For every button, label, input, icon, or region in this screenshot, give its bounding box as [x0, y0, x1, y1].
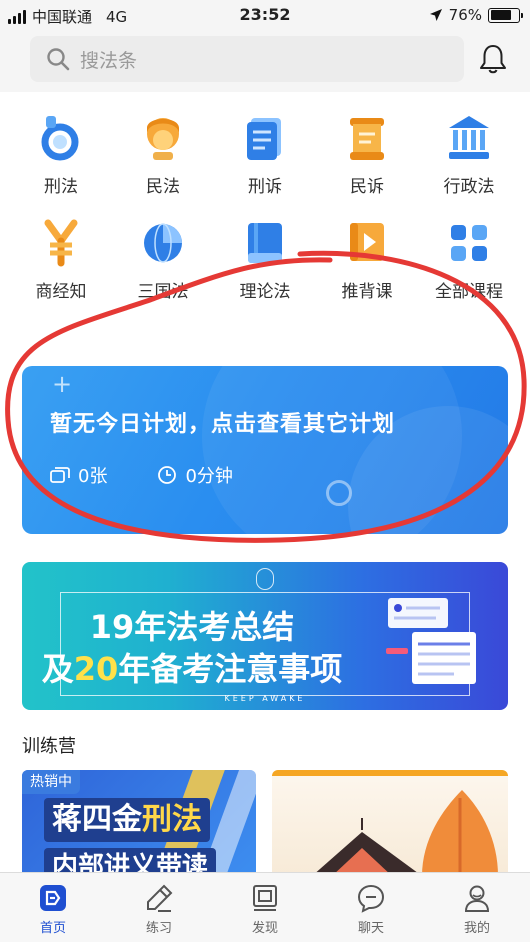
status-right: 76%: [429, 6, 523, 24]
category-international-law[interactable]: 三国法: [112, 215, 214, 302]
section-title-training: 训练营: [22, 736, 76, 757]
banner-line2: 及20年备考注意事项: [22, 644, 362, 690]
book-icon: [237, 215, 293, 271]
category-label: 商经知: [35, 282, 87, 302]
banner-line2-year: 20: [73, 650, 119, 688]
plan-minutes: 0分钟: [157, 462, 233, 488]
status-bar: 中国联通 4G 23:52 76%: [0, 0, 530, 30]
course-title-subject: 刑法: [142, 802, 202, 837]
category-label: 刑法: [44, 177, 78, 197]
category-civil-law[interactable]: 民法: [112, 110, 214, 197]
documents-illustration-icon: [386, 598, 476, 684]
category-commercial-economic-law[interactable]: 商经知: [10, 215, 112, 302]
category-label: 推背课: [341, 282, 393, 302]
course-card-2[interactable]: [272, 770, 508, 876]
category-recitation-course[interactable]: 推背课: [316, 215, 418, 302]
hot-sale-badge: 热销中: [22, 770, 80, 794]
cards-icon: [50, 467, 70, 483]
banner-line1-year: 19: [89, 608, 135, 646]
courthouse-icon: [441, 110, 497, 166]
tab-label: 首页: [39, 921, 66, 936]
plan-meta: 0张 0分钟: [50, 462, 233, 488]
category-label: 行政法: [443, 177, 495, 197]
category-administrative-law[interactable]: 行政法: [418, 110, 520, 197]
promo-banner[interactable]: 19年法考总结 及20年备考注意事项 KEEP AWAKE: [22, 562, 508, 710]
today-plan-card[interactable]: + 暂无今日计划，点击查看其它计划 0张 0分钟: [22, 366, 508, 534]
category-grid: 刑法 民法 刑诉 民诉 行政法 商经知 三国法 理论法 推背课 全部课程: [10, 110, 520, 302]
battery-fill: [490, 10, 512, 20]
battery-icon: [488, 7, 523, 23]
category-label: 全部课程: [435, 282, 503, 302]
location-arrow-icon: [429, 9, 442, 21]
banner-subtitle: KEEP AWAKE: [224, 694, 306, 703]
tab-label: 练习: [145, 921, 172, 936]
tab-discover[interactable]: 发现: [212, 873, 318, 942]
banner-line1: 19年法考总结: [22, 602, 362, 648]
plan-minutes-value: 0分钟: [185, 466, 233, 487]
pencil-icon: [142, 881, 176, 915]
tab-label: 发现: [251, 921, 278, 936]
banner-line2-text: 年备考注意事项: [118, 650, 343, 688]
tab-home[interactable]: 首页: [0, 873, 106, 942]
grid-icon: [441, 215, 497, 271]
bell-icon[interactable]: [476, 42, 510, 76]
category-label: 三国法: [137, 282, 189, 302]
handcuff-icon: [33, 110, 89, 166]
document-icon: [237, 110, 293, 166]
category-label: 民法: [146, 177, 180, 197]
bottom-tab-bar: 首页 练习 发现 聊天 我的: [0, 872, 530, 942]
tab-label: 我的: [463, 921, 490, 936]
plus-icon: +: [52, 370, 73, 398]
course-title-name: 蒋四金: [52, 802, 142, 837]
course-card-criminal-law[interactable]: 热销中 蒋四金刑法 内部讲义带读: [22, 770, 256, 876]
course-title: 蒋四金刑法: [44, 798, 210, 842]
plan-ring-decoration: [326, 480, 352, 506]
tab-profile[interactable]: 我的: [424, 873, 530, 942]
play-icon: [339, 215, 395, 271]
search-input[interactable]: 搜法条: [30, 36, 464, 82]
battery-percent: 76%: [448, 6, 482, 24]
header: 搜法条: [0, 30, 530, 92]
tab-practice[interactable]: 练习: [106, 873, 212, 942]
profile-icon: [460, 881, 494, 915]
plan-title: 暂无今日计划，点击查看其它计划: [50, 412, 396, 437]
category-label: 刑诉: [248, 177, 282, 197]
category-label: 理论法: [239, 282, 291, 302]
home-icon: [36, 881, 70, 915]
category-all-courses[interactable]: 全部课程: [418, 215, 520, 302]
emblem-icon: [256, 568, 274, 590]
banner-line1-text: 年法考总结: [134, 608, 295, 646]
banner-line2-prefix: 及: [41, 650, 74, 688]
globe-icon: [135, 215, 191, 271]
scroll-icon: [339, 110, 395, 166]
chat-icon: [354, 881, 388, 915]
yen-icon: [33, 215, 89, 271]
search-placeholder: 搜法条: [80, 49, 138, 72]
category-civil-procedure[interactable]: 民诉: [316, 110, 418, 197]
discover-icon: [248, 881, 282, 915]
search-icon: [47, 48, 70, 71]
category-criminal-procedure[interactable]: 刑诉: [214, 110, 316, 197]
tab-chat[interactable]: 聊天: [318, 873, 424, 942]
plan-cards-count: 0张: [50, 462, 107, 488]
person-icon: [135, 110, 191, 166]
clock-icon: [158, 466, 177, 484]
category-criminal-law[interactable]: 刑法: [10, 110, 112, 197]
plan-cards-value: 0张: [78, 466, 108, 487]
category-label: 民诉: [350, 177, 384, 197]
tent-illustration-icon: [312, 790, 498, 876]
category-legal-theory[interactable]: 理论法: [214, 215, 316, 302]
tab-label: 聊天: [357, 921, 384, 936]
